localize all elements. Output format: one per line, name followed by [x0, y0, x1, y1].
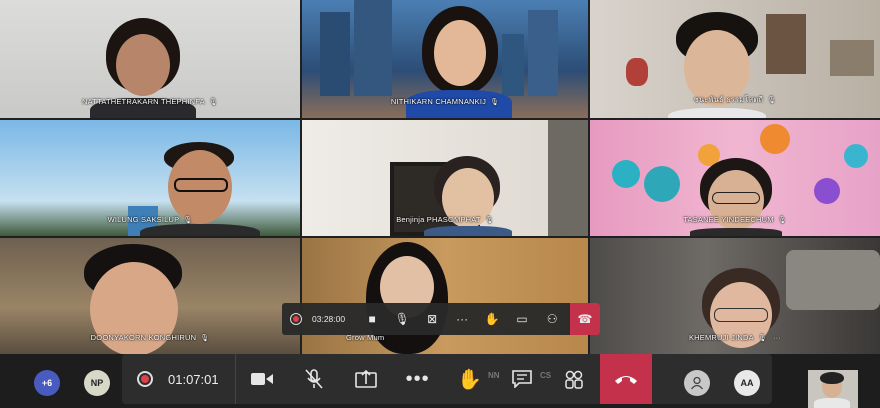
record-indicator[interactable] [282, 303, 302, 335]
participant-tile[interactable]: KHEMRUJI JINDA 🎙 ··· [590, 238, 880, 354]
mini-call-timer: 03:28:00 [312, 314, 346, 324]
wall-picture [766, 14, 806, 74]
call-timer: 01:07:01 [168, 371, 219, 387]
flower-icon [626, 58, 648, 86]
phone-hangup-icon [615, 376, 637, 384]
share-button[interactable]: ⊠ [417, 303, 447, 335]
building-icon [320, 12, 350, 96]
participant-video [690, 158, 782, 236]
people-icon [564, 370, 583, 389]
building-icon [502, 34, 524, 96]
avatar[interactable]: NP [84, 370, 110, 396]
participants-button[interactable]: ⚇ [537, 303, 567, 335]
participant-name: KHEMRUJI JINDA 🎙 ··· [688, 333, 782, 342]
participant-video [424, 156, 512, 236]
hand-icon: ✋ [457, 368, 483, 391]
chat-icon: ▭ [516, 312, 528, 326]
ball-icon [644, 166, 680, 202]
mic-off-icon: 🎙 [200, 335, 210, 342]
camera-button[interactable]: ■ [357, 303, 387, 335]
participant-name: DOONYAKORN KONGHIRUN 🎙 [90, 333, 210, 342]
camera-icon: ■ [368, 312, 376, 326]
participant-tile[interactable]: WILUNG SAKSILUP 🎙 [0, 120, 300, 236]
glasses-icon [714, 308, 768, 322]
participant-tile[interactable]: Benjinja PHASOMPHAT 🎙 [302, 120, 588, 236]
person-icon [690, 376, 704, 390]
avatar[interactable]: AA [734, 370, 760, 396]
wall-picture [830, 40, 874, 76]
camera-button[interactable] [236, 354, 288, 404]
participant-name: TASANEE YINDEECHUM 🎙 [683, 215, 787, 224]
participant-name: WILUNG SAKSILUP 🎙 [107, 215, 193, 224]
more-icon: ••• [405, 367, 430, 390]
more-icon: ··· [456, 312, 469, 326]
mic-off-icon: 🎙 [757, 335, 767, 342]
hand-icon: ✋ [484, 312, 500, 326]
chat-button[interactable]: ▭ [507, 303, 537, 335]
phone-hangup-icon: ☎ [577, 312, 593, 326]
avatar[interactable] [684, 370, 710, 396]
participant-tile[interactable]: DOONYAKORN KONGHIRUN 🎙 [0, 238, 300, 354]
share-stop-icon: ⊠ [427, 312, 438, 326]
ball-icon [814, 178, 840, 204]
participant-tile[interactable]: TASANEE YINDEECHUM 🎙 [590, 120, 880, 236]
more-actions-button[interactable]: ••• [392, 354, 444, 404]
mic-icon: 🎙 [394, 312, 410, 326]
mic-off-icon [305, 369, 323, 389]
record-icon [137, 371, 153, 387]
mic-button[interactable]: 🎙 [387, 303, 417, 335]
mic-off-icon: 🎙 [767, 97, 777, 104]
building-icon [528, 10, 558, 96]
hang-up-button[interactable] [600, 354, 652, 404]
call-controls: 01:07:01 ••• ✋ [122, 354, 772, 404]
self-view-thumbnail[interactable] [808, 370, 858, 408]
people-icon: ⚇ [546, 312, 558, 326]
ball-icon [844, 144, 868, 168]
record-button[interactable] [122, 354, 168, 404]
mic-button[interactable] [288, 354, 340, 404]
avatar-ghost: NN [488, 371, 500, 380]
hang-up-button[interactable]: ☎ [570, 303, 600, 335]
more-options-icon[interactable]: ··· [773, 333, 781, 342]
share-screen-icon [354, 370, 377, 388]
participant-name: NITHIKARN CHAMNANKIJ 🎙 [390, 97, 500, 106]
ball-icon [612, 160, 640, 188]
avatar-ghost: CS [540, 371, 552, 380]
participant-tile[interactable]: Grow Mum [302, 238, 588, 354]
participant-name: Benjinja PHASOMPHAT 🎙 [396, 215, 494, 224]
mic-off-icon: 🎙 [490, 99, 500, 106]
participants-button[interactable] [548, 354, 600, 404]
share-screen-button[interactable] [340, 354, 392, 404]
more-participants-badge[interactable]: +6 [34, 370, 60, 396]
chat-icon [511, 370, 532, 388]
glasses-icon [174, 178, 228, 192]
glasses-icon [712, 192, 760, 204]
building-icon [354, 0, 392, 96]
mini-call-toolbar: 03:28:00 ■ 🎙 ⊠ ··· ✋ ▭ ⚇ ☎ [282, 303, 600, 335]
participant-tile[interactable]: NITHIKARN CHAMNANKIJ 🎙 [302, 0, 588, 118]
participant-name: NATTATHETRAKARN THEPHINFA 🎙 [82, 97, 218, 106]
camera-icon [250, 373, 273, 385]
ball-icon [760, 124, 790, 154]
mic-off-icon: 🎙 [208, 99, 218, 106]
bottom-bar: +6 NP 01:07:01 ••• ✋ NN CS AA [0, 354, 880, 408]
participant-tile[interactable]: NATTATHETRAKARN THEPHINFA 🎙 [0, 0, 300, 118]
participant-name: ชนะพันธ์ ธรรมโสตถี 🎙 [693, 95, 777, 104]
ceiling-light [786, 250, 880, 310]
participant-tile[interactable]: ชนะพันธ์ ธรรมโสตถี 🎙 [590, 0, 880, 118]
video-call-window: NATTATHETRAKARN THEPHINFA 🎙 NITHIKARN CHA… [0, 0, 880, 408]
mic-off-icon: 🎙 [183, 217, 193, 224]
mic-off-icon: 🎙 [484, 217, 494, 224]
mic-off-icon: 🎙 [777, 217, 787, 224]
raise-hand-button[interactable]: ✋ [477, 303, 507, 335]
more-button[interactable]: ··· [447, 303, 477, 335]
